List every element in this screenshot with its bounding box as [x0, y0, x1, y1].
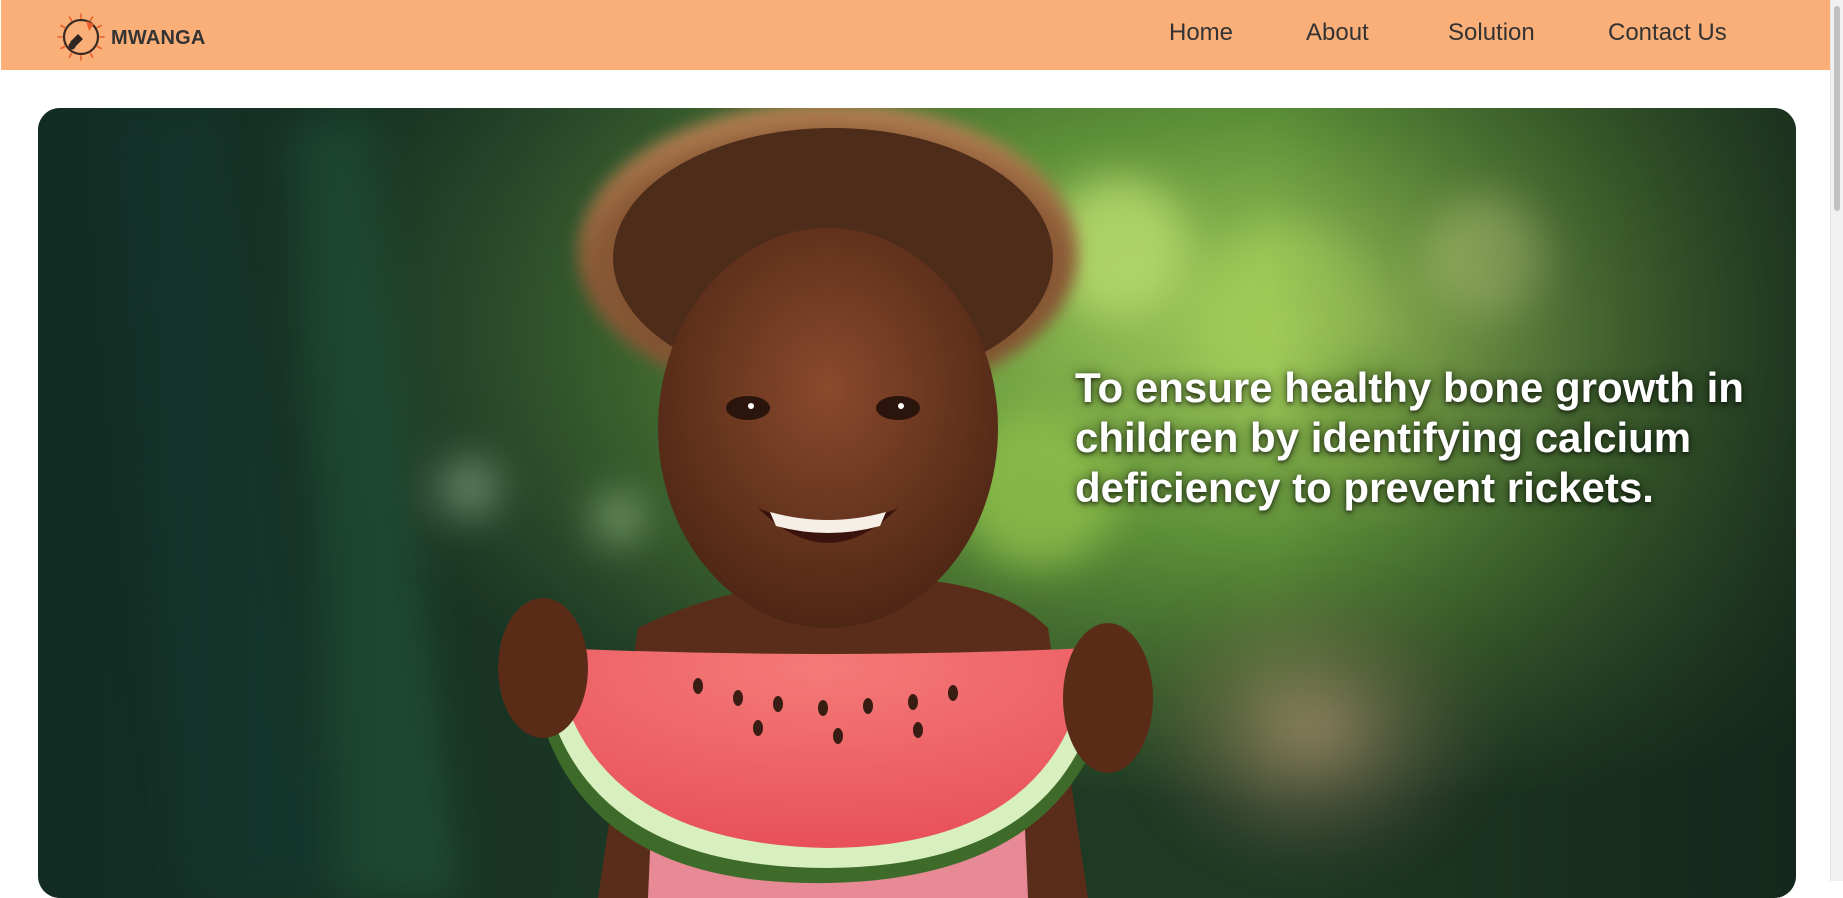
- nav-link-solution[interactable]: Solution: [1448, 19, 1535, 47]
- top-navbar: MWANGA Home About Solution Contact Us: [1, 0, 1831, 70]
- scrollbar-thumb[interactable]: [1834, 6, 1840, 211]
- page-scrollbar[interactable]: [1830, 0, 1843, 881]
- hero-tagline: To ensure healthy bone growth in childre…: [1075, 364, 1744, 511]
- nav-link-contact-us[interactable]: Contact Us: [1608, 19, 1727, 47]
- hero-banner: To ensure healthy bone growth in childre…: [38, 108, 1796, 898]
- nav-link-about[interactable]: About: [1306, 19, 1369, 47]
- main-nav: Home About Solution Contact Us: [1, 0, 1831, 70]
- nav-link-home[interactable]: Home: [1169, 19, 1233, 47]
